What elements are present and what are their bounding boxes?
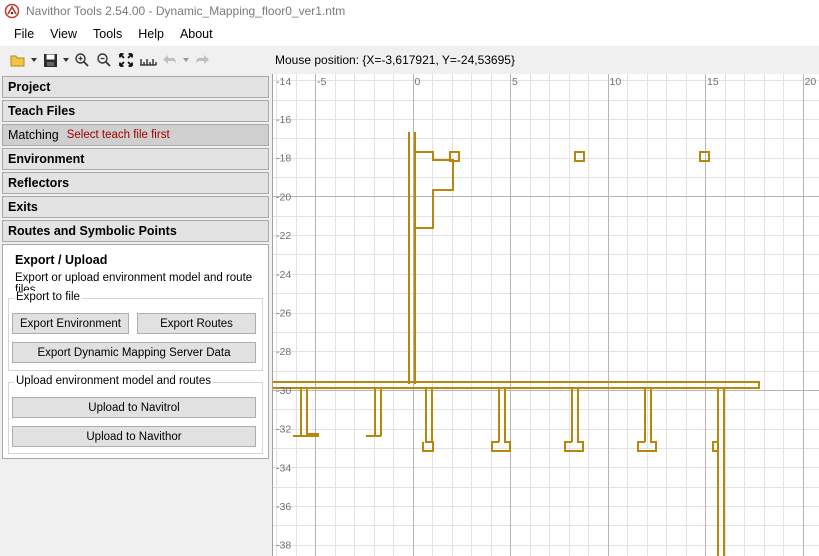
y-tick-label: -36 [276, 501, 291, 513]
map-canvas[interactable]: -14 -5 0 5 10 15 20 -16 -18 -20 -22 -24 -26 -28 -30 -32… [272, 74, 819, 556]
y-tick-label: -18 [276, 153, 291, 165]
section-matching-label: Matching [8, 128, 59, 142]
open-dropdown-icon[interactable] [30, 49, 38, 71]
menu-view[interactable]: View [42, 22, 85, 46]
section-exits[interactable]: Exits [2, 196, 269, 218]
y-tick-label: -38 [276, 540, 291, 552]
corridor-stub [491, 388, 511, 452]
menu-bar: File View Tools Help About [0, 22, 819, 46]
section-project-label: Project [8, 80, 51, 94]
fit-to-screen-icon[interactable] [116, 49, 136, 71]
y-tick-label: -24 [276, 269, 291, 281]
section-reflectors-label: Reflectors [8, 176, 70, 190]
left-stub [366, 388, 382, 437]
section-reflectors[interactable]: Reflectors [2, 172, 269, 194]
minor-grid [273, 74, 819, 556]
corridor-stub [422, 388, 434, 452]
y-tick-label: -34 [276, 462, 291, 474]
save-icon[interactable] [40, 49, 60, 71]
y-tick-label: -30 [276, 385, 291, 397]
x-tick-label: 5 [512, 76, 518, 88]
x-tick-label: 15 [707, 76, 719, 88]
export-to-file-group: Export to file Export Environment Export… [8, 291, 263, 371]
export-panel-title: Export / Upload [15, 253, 108, 267]
reflector-box [574, 151, 585, 162]
menu-file[interactable]: File [6, 22, 42, 46]
upload-group: Upload environment model and routes Uplo… [8, 375, 263, 454]
undo-dropdown-icon[interactable] [182, 49, 190, 71]
title-bar: Navithor Tools 2.54.00 - Dynamic_Mapping… [0, 0, 819, 22]
section-routes-label: Routes and Symbolic Points [8, 224, 177, 238]
redo-icon[interactable] [192, 49, 212, 71]
export-routes-button[interactable]: Export Routes [137, 313, 256, 334]
left-panel: Project Teach Files Matching Select teac… [0, 74, 272, 556]
section-teach-files[interactable]: Teach Files [2, 100, 269, 122]
y-tick-label: -22 [276, 230, 291, 242]
x-tick-label: 20 [805, 76, 817, 88]
measure-icon[interactable] [138, 49, 158, 71]
x-tick-label: -14 [276, 76, 291, 88]
zoom-in-icon[interactable] [72, 49, 92, 71]
zoom-out-icon[interactable] [94, 49, 114, 71]
y-tick-label: -26 [276, 308, 291, 320]
matching-hint: Select teach file first [66, 129, 170, 141]
export-upload-panel: Export / Upload Export or upload environ… [2, 244, 269, 459]
section-matching[interactable]: Matching Select teach file first [2, 124, 269, 146]
x-tick-label: 10 [610, 76, 622, 88]
y-tick-label: -32 [276, 424, 291, 436]
window-title: Navithor Tools 2.54.00 - Dynamic_Mapping… [26, 4, 346, 18]
export-to-file-legend: Export to file [14, 291, 82, 303]
section-teach-files-label: Teach Files [8, 104, 76, 118]
upload-to-navitrol-button[interactable]: Upload to Navitrol [12, 397, 256, 418]
mouse-position-bar: Mouse position: {X=-3,617921, Y=-24,5369… [272, 46, 819, 74]
save-dropdown-icon[interactable] [62, 49, 70, 71]
upload-group-legend: Upload environment model and routes [14, 375, 213, 387]
toolbar [0, 46, 272, 74]
y-tick-label: -16 [276, 114, 291, 126]
upload-to-navithor-button[interactable]: Upload to Navithor [12, 426, 256, 447]
right-vertical-wall [712, 388, 725, 556]
x-tick-label: -5 [317, 76, 326, 88]
open-folder-icon[interactable] [8, 49, 28, 71]
menu-help[interactable]: Help [130, 22, 172, 46]
x-tick-label: 0 [415, 76, 421, 88]
vertical-wall [408, 132, 416, 384]
menu-about[interactable]: About [172, 22, 221, 46]
app-logo-icon [4, 3, 20, 19]
section-environment[interactable]: Environment [2, 148, 269, 170]
export-environment-button[interactable]: Export Environment [12, 313, 129, 334]
undo-icon[interactable] [160, 49, 180, 71]
corridor-stub [564, 388, 584, 452]
menu-tools[interactable]: Tools [85, 22, 130, 46]
export-dms-data-button[interactable]: Export Dynamic Mapping Server Data [12, 342, 256, 363]
map-svg: -14 -5 0 5 10 15 20 -16 -18 -20 -22 -24 -26 -28 -30 -32… [273, 74, 819, 556]
y-tick-label: -20 [276, 191, 291, 203]
section-exits-label: Exits [8, 200, 38, 214]
section-project[interactable]: Project [2, 76, 269, 98]
y-tick-label: -28 [276, 346, 291, 358]
section-routes[interactable]: Routes and Symbolic Points [2, 220, 269, 242]
mouse-position-text: Mouse position: {X=-3,617921, Y=-24,5369… [275, 53, 515, 67]
section-environment-label: Environment [8, 152, 85, 166]
reflector-box [699, 151, 710, 162]
